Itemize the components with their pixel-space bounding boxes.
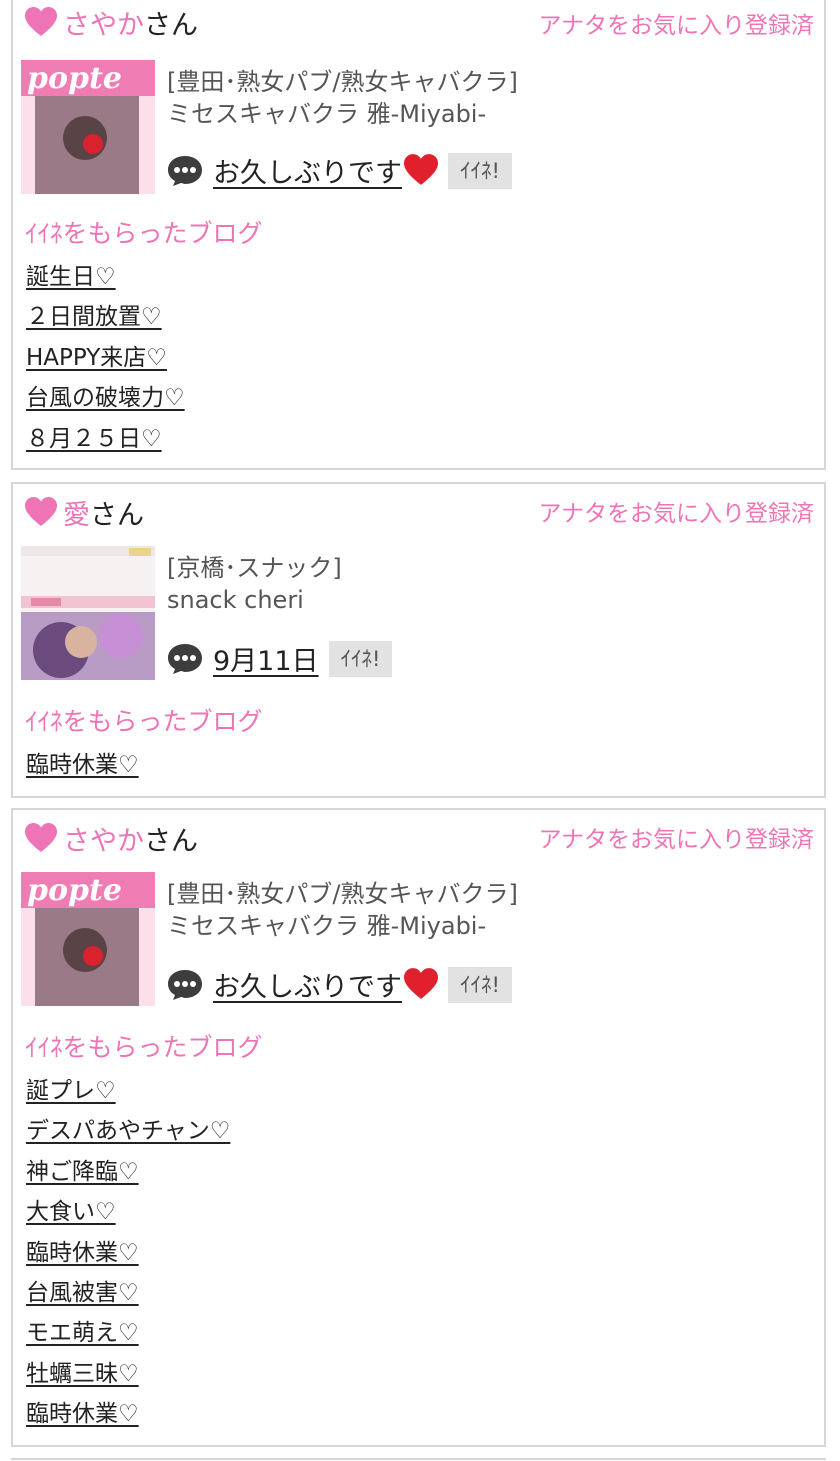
liked-blogs-heading: ｲｲﾈをもらったブログ <box>25 1033 263 1062</box>
blog-link[interactable]: 臨時休業♡ <box>26 752 139 778</box>
popte-magazine-image: popte <box>21 60 155 194</box>
snack-site-image <box>21 546 155 680</box>
message-link[interactable]: お久しぶりです <box>213 965 438 1004</box>
heart-icon <box>25 823 57 852</box>
card-header: さやか さん <box>25 2 198 42</box>
shop-category: [京橋･スナック] <box>167 554 342 582</box>
favorite-card: 愛さん アナタをお気に入り登録済 [京橋･スナック] snack cheri 9… <box>11 482 826 798</box>
speech-bubble-icon <box>168 643 202 674</box>
liked-blogs-list: 誕生日♡ ２日間放置♡ HAPPY来店♡ 台風の破壊力♡ ８月２５日♡ <box>26 257 185 459</box>
blog-link[interactable]: 神ご降臨♡ <box>26 1159 139 1185</box>
favorite-status: アナタをお気に入り登録済 <box>538 501 814 527</box>
list-item: モエ萌え♡ <box>26 1313 230 1353</box>
bottom-divider <box>11 1458 826 1460</box>
blog-link[interactable]: 大食い♡ <box>26 1199 116 1225</box>
favorite-status: アナタをお気に入り登録済 <box>538 13 814 39</box>
heart-icon <box>25 7 57 36</box>
shop-thumbnail[interactable]: popte <box>21 872 155 1006</box>
shop-info: [京橋･スナック] snack cheri <box>167 552 342 616</box>
message-link[interactable]: お久しぶりです <box>213 151 438 190</box>
list-item: ８月２５日♡ <box>26 419 185 459</box>
like-button[interactable]: ｲｲﾈ! <box>328 640 393 677</box>
list-item: 台風の破壊力♡ <box>26 378 185 418</box>
honorific: さん <box>144 9 198 41</box>
red-heart-icon <box>404 154 438 185</box>
liked-blogs-heading: ｲｲﾈをもらったブログ <box>25 219 263 248</box>
speech-bubble-icon <box>168 969 202 1000</box>
shop-name[interactable]: snack cheri <box>167 584 342 616</box>
shop-name[interactable]: ミセスキャバクラ 雅-Miyabi- <box>167 98 518 130</box>
list-item: 台風被害♡ <box>26 1273 230 1313</box>
message-row: 9月11日 ｲｲﾈ! <box>167 639 393 678</box>
list-item: 大食い♡ <box>26 1192 230 1232</box>
list-item: 誕生日♡ <box>26 257 185 297</box>
liked-blogs-heading: ｲｲﾈをもらったブログ <box>25 707 263 736</box>
popte-magazine-image: popte <box>21 872 155 1006</box>
shop-category: [豊田･熟女パブ/熟女キャバクラ] <box>167 68 518 96</box>
honorific: さん <box>90 499 144 531</box>
message-row: お久しぶりです ｲｲﾈ! <box>167 965 512 1004</box>
shop-info: [豊田･熟女パブ/熟女キャバクラ] ミセスキャバクラ 雅-Miyabi- <box>167 878 518 942</box>
blog-link[interactable]: HAPPY来店♡ <box>26 345 167 371</box>
blog-link[interactable]: 誕生日♡ <box>26 264 116 290</box>
liked-blogs-list: 臨時休業♡ <box>26 745 139 785</box>
shop-thumbnail[interactable] <box>21 546 155 680</box>
shop-info: [豊田･熟女パブ/熟女キャバクラ] ミセスキャバクラ 雅-Miyabi- <box>167 66 518 130</box>
heart-icon <box>25 497 57 526</box>
list-item: ２日間放置♡ <box>26 297 185 337</box>
shop-name[interactable]: ミセスキャバクラ 雅-Miyabi- <box>167 910 518 942</box>
list-item: 牡蠣三昧♡ <box>26 1354 230 1394</box>
blog-link[interactable]: モエ萌え♡ <box>26 1320 139 1346</box>
speech-bubble-icon <box>168 155 202 186</box>
message-link[interactable]: 9月11日 <box>213 639 319 678</box>
list-item: 神ご降臨♡ <box>26 1152 230 1192</box>
honorific: さん <box>144 825 198 857</box>
blog-link[interactable]: ８月２５日♡ <box>26 426 162 452</box>
card-header: 愛さん <box>25 492 144 532</box>
blog-link[interactable]: 台風被害♡ <box>26 1280 139 1306</box>
blog-link[interactable]: ２日間放置♡ <box>26 304 162 330</box>
shop-thumbnail[interactable]: popte <box>21 60 155 194</box>
blog-link[interactable]: 臨時休業♡ <box>26 1401 139 1427</box>
list-item: 臨時休業♡ <box>26 1394 230 1434</box>
list-item: デスパあやチャン♡ <box>26 1111 230 1151</box>
user-name[interactable]: さやか <box>63 819 144 858</box>
red-heart-icon <box>404 968 438 999</box>
list-item: 誕プレ♡ <box>26 1071 230 1111</box>
list-item: 臨時休業♡ <box>26 1233 230 1273</box>
favorite-card: さやか さん アナタをお気に入り登録済 popte [豊田･熟女パブ/熟女キャバク… <box>11 0 826 470</box>
liked-blogs-list: 誕プレ♡ デスパあやチャン♡ 神ご降臨♡ 大食い♡ 臨時休業♡ 台風被害♡ モエ… <box>26 1071 230 1435</box>
blog-link[interactable]: 牡蠣三昧♡ <box>26 1361 139 1387</box>
list-item: HAPPY来店♡ <box>26 338 185 378</box>
user-name[interactable]: さやか <box>63 3 144 42</box>
blog-link[interactable]: デスパあやチャン♡ <box>26 1118 230 1144</box>
list-item: 臨時休業♡ <box>26 745 139 785</box>
shop-category: [豊田･熟女パブ/熟女キャバクラ] <box>167 880 518 908</box>
card-header: さやか さん <box>25 818 198 858</box>
blog-link[interactable]: 誕プレ♡ <box>26 1078 116 1104</box>
like-button[interactable]: ｲｲﾈ! <box>448 152 512 189</box>
svg-text:popte: popte <box>27 873 122 908</box>
favorite-status: アナタをお気に入り登録済 <box>538 827 814 853</box>
favorite-card: さやか さん アナタをお気に入り登録済 popte [豊田･熟女パブ/熟女キャバク… <box>11 808 826 1447</box>
blog-link[interactable]: 臨時休業♡ <box>26 1240 139 1266</box>
user-name[interactable]: 愛 <box>63 493 90 532</box>
blog-link[interactable]: 台風の破壊力♡ <box>26 385 185 411</box>
svg-text:popte: popte <box>27 61 122 96</box>
like-button[interactable]: ｲｲﾈ! <box>448 966 512 1003</box>
message-row: お久しぶりです ｲｲﾈ! <box>167 151 512 190</box>
